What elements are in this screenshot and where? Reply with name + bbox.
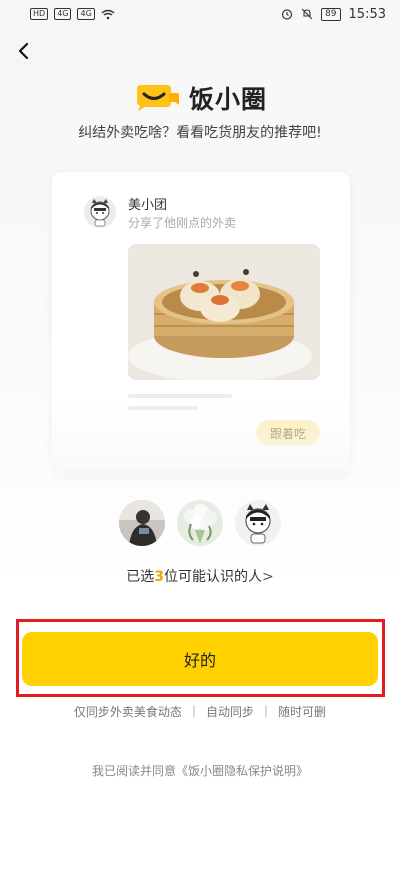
battery-indicator: 89 [321,7,341,21]
subtitle: 纠结外卖吃啥？看看吃货朋友的推荐吧! [78,125,322,141]
back-button[interactable] [10,38,36,64]
status-right: 89 15:53 [281,7,386,22]
friend-avatars [0,500,400,548]
mute-bell-icon [301,8,313,20]
sync-option: 自动同步 [205,704,254,719]
clock: 15:53 [348,6,386,22]
person-photo-icon [119,500,165,546]
friend-avatar-mascot[interactable] [235,500,281,546]
steamed-shumai-image [128,244,320,380]
network-badge: 4G [77,8,95,20]
sync-option: 仅同步外卖美食动态 [73,704,182,719]
skeleton-line [128,394,232,398]
app-title: 饭小圈 [188,85,267,114]
selected-count: 3 [154,569,164,585]
separator: | [264,704,269,718]
network-badge: 4G [54,8,72,20]
preview-card: 美小团 分享了他刚点的外卖 跟着吃 [52,172,350,468]
selected-prefix: 已选 [126,569,155,585]
food-photo [128,244,320,380]
card-user-name: 美小团 [128,198,168,213]
wifi-icon [101,9,115,19]
selected-friends-link[interactable]: 已选3位可能认识的人> [0,566,400,586]
flower-bouquet-icon [177,500,223,546]
chevron-right-icon: > [262,569,274,585]
ok-button[interactable]: 好的 [22,632,378,686]
sync-options: 仅同步外卖美食动态 | 自动同步 | 随时可删 [0,702,400,720]
card-description: 分享了他刚点的外卖 [128,216,237,230]
chevron-left-icon [18,42,29,60]
hd-badge: HD [30,8,49,20]
selected-suffix: 位可能认识的人 [164,569,262,585]
logo-row: 饭小圈 [0,78,400,118]
friend-avatar-flowers[interactable] [177,500,223,546]
follow-eat-button[interactable]: 跟着吃 [256,420,320,446]
privacy-agreement-link[interactable]: 我已阅读并同意《饭小圈隐私保护说明》 [0,762,400,779]
friend-avatar-person[interactable] [119,500,165,546]
separator: | [191,704,196,718]
card-avatar [84,196,116,232]
chat-smile-icon [136,85,179,111]
mascot-avatar-icon [235,500,281,546]
status-bar: HD 4G 4G 89 15:53 [0,0,400,28]
mascot-avatar-icon [84,196,116,228]
skeleton-line [128,406,198,410]
sync-option: 随时可删 [278,704,327,719]
alarm-icon [281,9,293,20]
status-left: HD 4G 4G [30,8,115,20]
